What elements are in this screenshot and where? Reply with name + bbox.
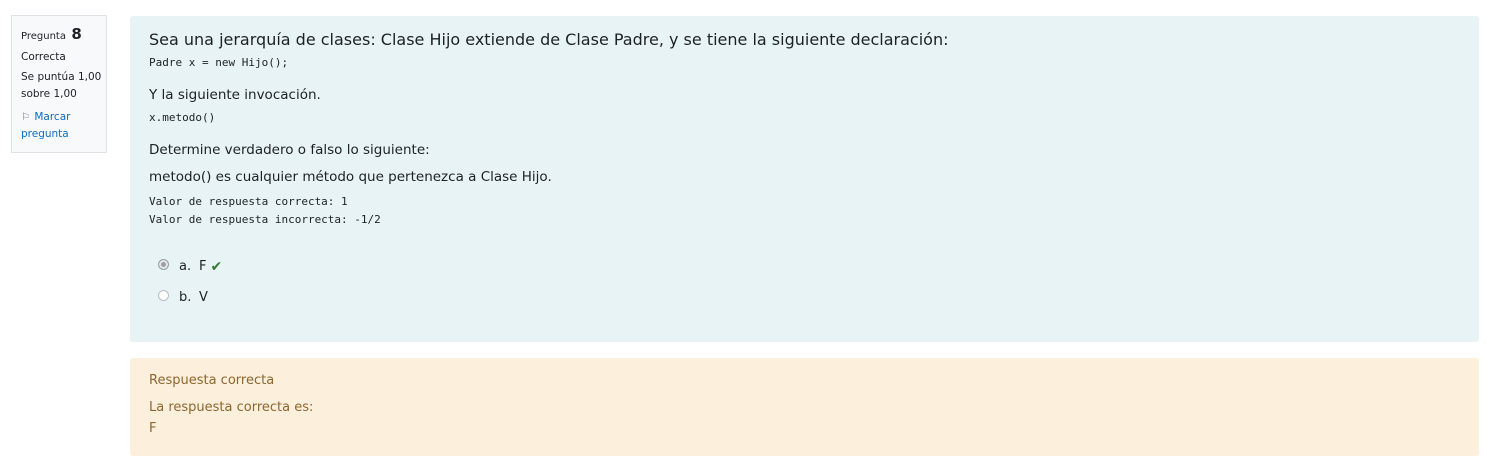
question-grade: Se puntúa 1,00 sobre 1,00 (21, 71, 102, 100)
flag-question-link[interactable]: ⚐ Marcar pregunta (21, 109, 106, 143)
option-letter: b. (179, 290, 192, 305)
feedback-panel: Respuesta correcta La respuesta correcta… (130, 358, 1479, 456)
code-scoring: Valor de respuesta correcta: 1 Valor de r… (149, 195, 381, 226)
question-label: Pregunta (21, 31, 66, 42)
radio-option-b[interactable] (158, 290, 169, 301)
code-invocation: x.metodo() (149, 111, 216, 124)
option-text: V (199, 290, 208, 305)
question-statement: metodo() es cualquier método que pertene… (149, 169, 552, 185)
question-state: Correcta (21, 51, 66, 63)
code-declaration: Padre x = new Hijo(); (149, 56, 289, 69)
option-letter: a. (179, 259, 192, 274)
question-text-invocation: Y la siguiente invocación. (149, 87, 321, 103)
check-icon: ✔ (210, 258, 223, 275)
correct-answer-value: F (149, 421, 157, 436)
question-info-panel: Pregunta 8 Correcta Se puntúa 1,00 sobre… (11, 15, 107, 153)
option-text: F (199, 259, 207, 274)
answer-option-a[interactable]: a. F ✔ (149, 251, 1460, 282)
question-instruction: Determine verdadero o falso lo siguiente… (149, 142, 430, 158)
correct-answer-label: La respuesta correcta es: (149, 400, 314, 415)
flag-icon: ⚐ (21, 112, 30, 123)
question-number: 8 (71, 25, 82, 43)
radio-option-a[interactable] (158, 259, 169, 270)
question-formulation: Sea una jerarquía de clases: Clase Hijo … (130, 16, 1479, 342)
answer-option-b[interactable]: b. V (149, 282, 1460, 313)
question-title: Sea una jerarquía de clases: Clase Hijo … (149, 30, 949, 49)
feedback-status: Respuesta correcta (149, 373, 275, 388)
answer-options: a. F ✔ b. V (149, 251, 1460, 313)
